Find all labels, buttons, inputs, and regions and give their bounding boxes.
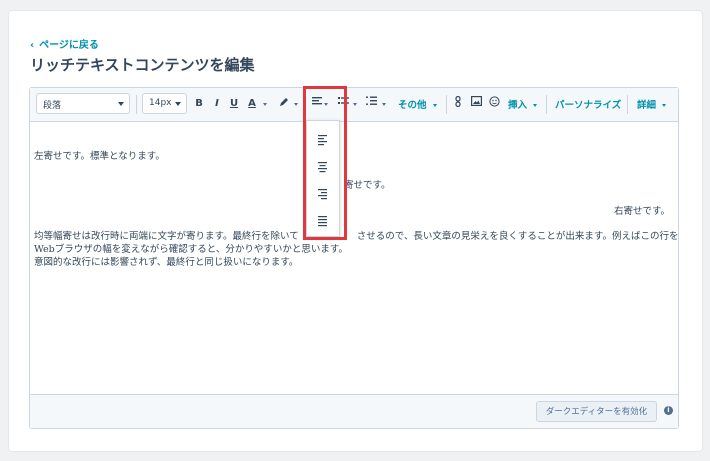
chevron-down-icon — [533, 104, 538, 107]
page-title: リッチテキストコンテンツを編集 — [30, 56, 255, 74]
chevron-down-icon — [118, 102, 124, 106]
alignment-dropdown-menu — [306, 120, 340, 237]
toolbar-divider — [136, 95, 137, 114]
chevron-down-icon[interactable] — [294, 103, 298, 106]
chevron-down-icon — [662, 104, 667, 107]
font-size-value: 14px — [149, 98, 172, 108]
editor-toolbar: 段落 14px B I U A その他 挿入 パーソナライズ 詳細 — [30, 88, 678, 122]
emoji-icon[interactable] — [488, 96, 500, 112]
editor-content[interactable]: 左寄せです。標準となります。 寄せです。 右寄せです。 均等幅寄せは改行時に両端… — [34, 150, 678, 268]
chevron-down-icon[interactable] — [382, 103, 386, 106]
info-icon[interactable]: i — [664, 406, 673, 415]
image-icon[interactable] — [470, 96, 482, 112]
text-color-button[interactable]: A — [246, 96, 258, 112]
paragraph-justified-line-2: Webブラウザの幅を変えながら確認すると、分かりやすいかと思います。 — [34, 244, 348, 255]
underline-button[interactable]: U — [229, 96, 239, 112]
paragraph-center-aligned: 寄せです。 — [344, 180, 391, 191]
toolbar-divider — [446, 95, 447, 114]
align-right-option-icon[interactable] — [316, 185, 332, 200]
justified-text-continue: させるので、長い文章の見栄えを良くすることが出来ます。例えばこの行を — [356, 231, 679, 242]
toolbar-divider — [546, 95, 547, 114]
bulleted-list-icon[interactable] — [338, 96, 350, 112]
toolbar-divider — [627, 95, 628, 114]
more-menu-label: その他 — [398, 100, 427, 111]
advanced-menu-button[interactable]: 詳細 — [637, 97, 667, 111]
align-left-icon[interactable] — [311, 96, 323, 112]
paragraph-right-aligned: 右寄せです。 — [613, 206, 670, 217]
paragraph-left-aligned: 左寄せです。標準となります。 — [34, 151, 165, 162]
more-menu-button[interactable]: その他 — [398, 97, 437, 111]
chevron-down-icon[interactable] — [324, 103, 328, 106]
align-justify-option-icon[interactable] — [316, 212, 332, 227]
highlight-pen-icon[interactable] — [278, 96, 290, 112]
paragraph-justified-line-1: 均等幅寄せは改行時に両端に文字が寄ります。最終行を除いて させるので、長い文章の見… — [34, 230, 678, 243]
personalize-button[interactable]: パーソナライズ — [555, 97, 621, 111]
link-icon[interactable] — [453, 95, 463, 112]
italic-button[interactable]: I — [212, 96, 222, 112]
align-left-option-icon[interactable] — [316, 131, 332, 146]
chevron-down-icon — [175, 102, 181, 106]
back-link-label: ページに戻る — [39, 40, 99, 51]
chevron-down-icon[interactable] — [263, 103, 267, 106]
chevron-down-icon — [432, 104, 437, 107]
back-to-page-link[interactable]: ‹ ページに戻る — [30, 36, 99, 51]
paragraph-format-value: 段落 — [43, 101, 62, 111]
font-size-select[interactable]: 14px — [142, 93, 187, 114]
chevron-down-icon[interactable] — [353, 103, 357, 106]
insert-menu-label: 挿入 — [508, 100, 528, 111]
advanced-menu-label: 詳細 — [637, 100, 657, 111]
chevron-left-icon: ‹ — [30, 40, 35, 51]
align-center-option-icon[interactable] — [316, 158, 332, 173]
paragraph-justified-line-3: 意図的な改行には影響されず、最終行と同じ扱いになります。 — [34, 257, 299, 268]
editor-footer: ダークエディターを有効化 i — [30, 394, 678, 428]
paragraph-format-select[interactable]: 段落 — [36, 93, 130, 114]
bold-button[interactable]: B — [194, 96, 204, 112]
indent-icon[interactable] — [366, 96, 378, 112]
enable-dark-editor-button[interactable]: ダークエディターを有効化 — [536, 401, 657, 422]
rich-text-editor: 段落 14px B I U A その他 挿入 パーソナライズ 詳細 左寄せです。… — [29, 87, 679, 429]
justified-text-start: 均等幅寄せは改行時に両端に文字が寄ります。最終行を除いて — [34, 231, 299, 242]
insert-menu-button[interactable]: 挿入 — [508, 97, 538, 111]
